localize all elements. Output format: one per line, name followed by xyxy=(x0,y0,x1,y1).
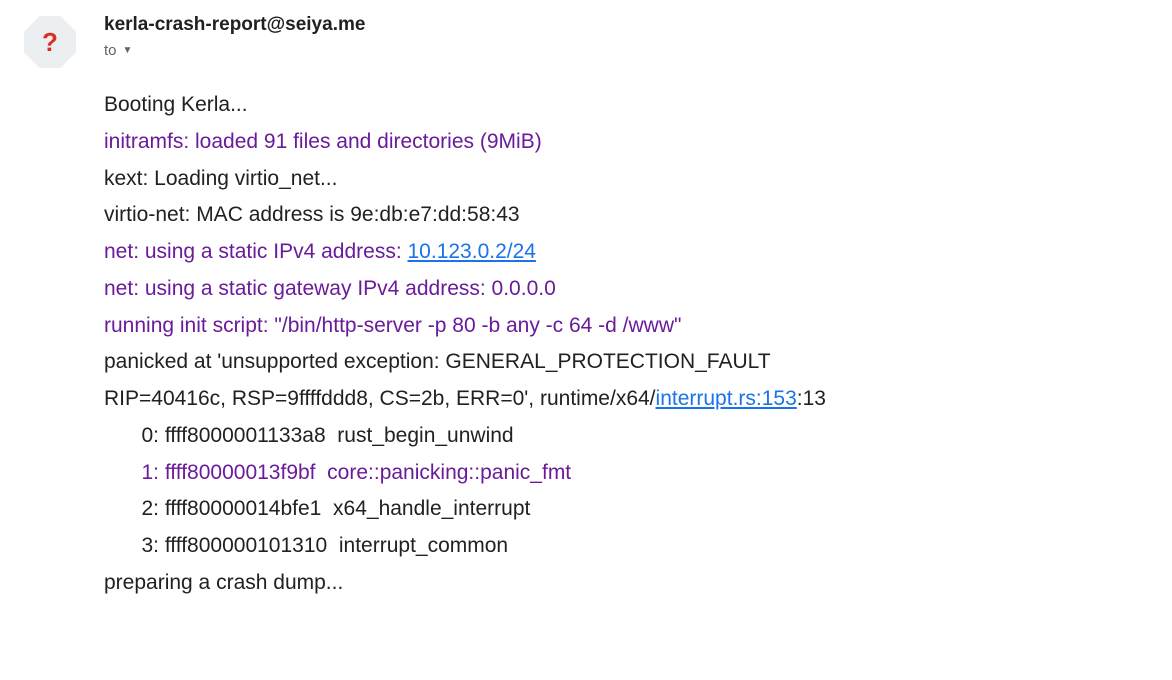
question-mark-icon: ? xyxy=(42,27,58,58)
log-line: Booting Kerla... xyxy=(104,87,1148,124)
email-container: ? kerla-crash-report@seiya.me to ▼ Booti… xyxy=(0,0,1172,602)
from-address: kerla-crash-report@seiya.me xyxy=(104,14,1148,36)
source-link[interactable]: interrupt.rs:153 xyxy=(656,387,797,410)
stack-frame: 0: ffff8000001133a8 rust_begin_unwind xyxy=(104,418,1148,455)
log-text: :13 xyxy=(797,387,826,410)
stack-frame: 3: ffff800000101310 interrupt_common xyxy=(104,528,1148,565)
email-body: Booting Kerla... initramfs: loaded 91 fi… xyxy=(104,87,1148,602)
log-line: net: using a static IPv4 address: 10.123… xyxy=(104,234,1148,271)
log-line: preparing a crash dump... xyxy=(104,565,1148,602)
stack-frame: 1: ffff80000013f9bf core::panicking::pan… xyxy=(104,455,1148,492)
log-line: RIP=40416c, RSP=9ffffddd8, CS=2b, ERR=0'… xyxy=(104,381,1148,418)
stack-frame: 2: ffff80000014bfe1 x64_handle_interrupt xyxy=(104,491,1148,528)
log-text: RIP=40416c, RSP=9ffffddd8, CS=2b, ERR=0'… xyxy=(104,387,656,410)
log-text: net: using a static IPv4 address: xyxy=(104,240,408,263)
log-line: net: using a static gateway IPv4 address… xyxy=(104,271,1148,308)
email-content: kerla-crash-report@seiya.me to ▼ Booting… xyxy=(104,12,1148,602)
to-label: to xyxy=(104,42,117,59)
sender-avatar: ? xyxy=(24,16,76,68)
log-line: initramfs: loaded 91 files and directori… xyxy=(104,124,1148,161)
log-line: kext: Loading virtio_net... xyxy=(104,161,1148,198)
chevron-down-icon: ▼ xyxy=(123,45,133,56)
log-line: panicked at 'unsupported exception: GENE… xyxy=(104,344,1148,381)
log-line: running init script: "/bin/http-server -… xyxy=(104,308,1148,345)
ip-link[interactable]: 10.123.0.2/24 xyxy=(408,240,536,263)
to-dropdown[interactable]: to ▼ xyxy=(104,42,1148,59)
log-line: virtio-net: MAC address is 9e:db:e7:dd:5… xyxy=(104,197,1148,234)
